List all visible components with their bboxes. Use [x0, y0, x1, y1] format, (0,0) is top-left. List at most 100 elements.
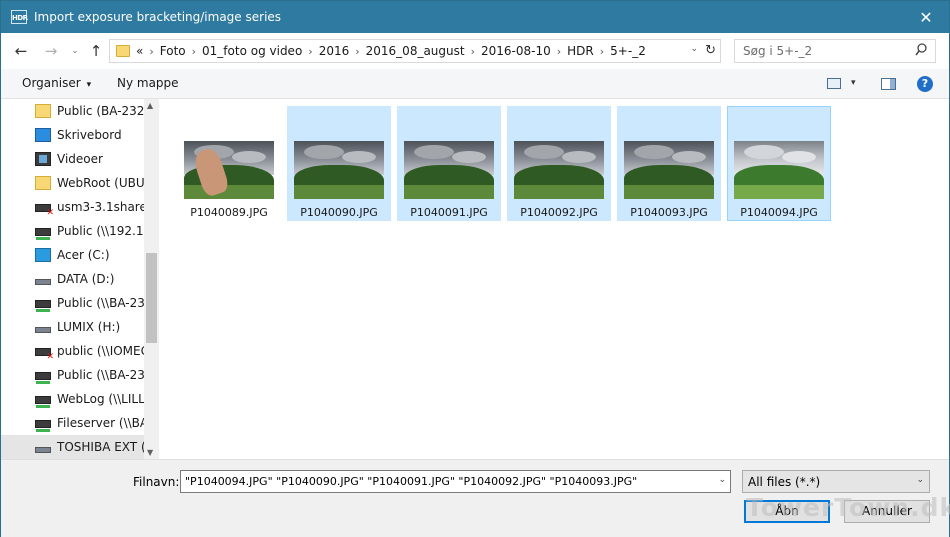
sidebar-item-lumix-h[interactable]: LUMIX (H:)	[1, 315, 144, 339]
breadcrumb-hdr[interactable]: HDR	[567, 44, 594, 58]
image-thumbnail	[294, 141, 384, 199]
filename-value[interactable]: "P1040094.JPG" "P1040090.JPG" "P1040091.…	[185, 475, 637, 488]
sidebar-item-skrivebord[interactable]: Skrivebord	[1, 123, 144, 147]
sidebar-item-label: public (\\IOMEG	[57, 344, 144, 358]
dialog-footer: Filnavn: "P1040094.JPG" "P1040090.JPG" "…	[1, 459, 950, 537]
filename-input[interactable]: "P1040094.JPG" "P1040090.JPG" "P1040091.…	[180, 470, 731, 493]
folder-icon	[116, 45, 130, 57]
sidebar-item-label: usm3-3.1share1	[57, 200, 144, 214]
organise-label: Organiser	[22, 76, 81, 90]
refresh-icon[interactable]: ↻	[705, 43, 716, 58]
search-icon[interactable]	[915, 43, 927, 57]
open-button[interactable]: Åbn	[744, 500, 830, 523]
folder-icon	[35, 104, 51, 118]
breadcrumb-2016-08-august[interactable]: 2016_08_august	[366, 44, 465, 58]
sidebar-item-public-iomega[interactable]: public (\\IOMEG	[1, 339, 144, 363]
file-tile[interactable]: P1040090.JPG	[287, 106, 391, 221]
sidebar-item-label: Public (\\BA-23A	[57, 296, 144, 310]
sidebar-item-public-ba-232[interactable]: Public (\\BA-232	[1, 363, 144, 387]
image-thumbnail	[624, 141, 714, 199]
file-dialog-window: HDR Import exposure bracketing/image ser…	[0, 0, 950, 537]
sidebar-item-toshiba-ext[interactable]: TOSHIBA EXT (O	[1, 435, 144, 459]
sidebar-item-label: Videoer	[57, 152, 103, 166]
sidebar-item-public-ba-23212[interactable]: Public (BA-23212	[1, 99, 144, 123]
title-bar: HDR Import exposure bracketing/image ser…	[1, 1, 949, 33]
breadcrumb-separator[interactable]: ›	[308, 45, 312, 58]
command-toolbar: Organiser ▾ Ny mappe ▾ ?	[1, 69, 949, 99]
change-view-icon[interactable]	[827, 78, 841, 89]
sidebar-item-label: DATA (D:)	[57, 272, 115, 286]
breadcrumb-foto-og-video[interactable]: 01_foto og video	[202, 44, 302, 58]
sidebar-item-label: Fileserver (\\BA-	[57, 416, 144, 430]
windows-drive-icon	[35, 248, 51, 262]
network-drive-disconnected-icon	[35, 348, 54, 362]
video-icon	[35, 152, 51, 166]
file-type-select[interactable]: All files (*.*) ⌄	[742, 470, 930, 493]
drive-icon	[35, 279, 51, 285]
file-tile[interactable]: P1040093.JPG	[617, 106, 721, 221]
sidebar-item-label: Public (BA-23212	[57, 104, 144, 118]
breadcrumb-2016[interactable]: 2016	[319, 44, 350, 58]
sidebar-scroll-thumb[interactable]	[146, 253, 157, 343]
address-history-chevron-icon[interactable]: ⌄	[690, 44, 698, 54]
forward-arrow-icon[interactable]: →	[41, 42, 61, 60]
file-tile[interactable]: P1040092.JPG	[507, 106, 611, 221]
desktop-icon	[35, 128, 51, 142]
close-button[interactable]: ✕	[903, 1, 949, 33]
file-name: P1040090.JPG	[300, 206, 378, 219]
sidebar-item-public-ba-23a[interactable]: Public (\\BA-23A	[1, 291, 144, 315]
scroll-down-arrow-icon[interactable]: ▼	[147, 448, 153, 457]
sidebar-item-label: LUMIX (H:)	[57, 320, 121, 334]
file-tile[interactable]: P1040094.JPG	[727, 106, 831, 221]
breadcrumb-separator[interactable]: ›	[149, 45, 153, 58]
sidebar-item-acer-c[interactable]: Acer (C:)	[1, 243, 144, 267]
new-folder-button[interactable]: Ny mappe	[117, 76, 179, 90]
up-arrow-icon[interactable]: ↑	[86, 42, 106, 60]
breadcrumb-2016-08-10[interactable]: 2016-08-10	[481, 44, 551, 58]
file-list-view: P1040089.JPG P1040090.JPG P1040091.JPG P…	[161, 99, 949, 459]
file-tile[interactable]: P1040091.JPG	[397, 106, 501, 221]
search-input[interactable]: Søg i 5+-_2	[734, 39, 936, 63]
image-thumbnail	[404, 141, 494, 199]
breadcrumb-separator[interactable]: ›	[557, 45, 561, 58]
file-type-value: All files (*.*)	[748, 475, 821, 489]
network-drive-icon	[35, 420, 51, 432]
preview-pane-icon[interactable]	[881, 78, 896, 90]
filename-history-chevron-icon[interactable]: ⌄	[718, 475, 726, 485]
breadcrumb-5-2[interactable]: 5+-_2	[610, 44, 646, 58]
breadcrumb-overflow[interactable]: «	[136, 44, 143, 58]
sidebar-item-videoer[interactable]: Videoer	[1, 147, 144, 171]
sidebar-item-webroot[interactable]: WebRoot (UBUN	[1, 171, 144, 195]
network-drive-icon	[35, 300, 51, 312]
breadcrumb-separator[interactable]: ›	[471, 45, 475, 58]
network-drive-icon	[35, 396, 51, 408]
view-options-caret-icon[interactable]: ▾	[851, 78, 856, 88]
image-thumbnail	[734, 141, 824, 199]
recent-locations-chevron-icon[interactable]: ⌄	[65, 42, 85, 60]
sidebar-item-usm3-share[interactable]: usm3-3.1share1	[1, 195, 144, 219]
hdr-app-icon: HDR	[11, 10, 28, 24]
address-bar[interactable]: « › Foto › 01_foto og video › 2016 › 201…	[109, 39, 721, 63]
file-type-chevron-icon: ⌄	[916, 475, 924, 485]
breadcrumb-separator[interactable]: ›	[355, 45, 359, 58]
sidebar-item-public-192-168[interactable]: Public (\\192.168	[1, 219, 144, 243]
breadcrumb-separator[interactable]: ›	[192, 45, 196, 58]
sidebar-scrollbar[interactable]: ▲ ▼	[144, 99, 159, 459]
sidebar-item-label: TOSHIBA EXT (O	[57, 440, 144, 454]
sidebar-item-fileserver[interactable]: Fileserver (\\BA-	[1, 411, 144, 435]
help-icon[interactable]: ?	[917, 76, 933, 92]
sidebar-item-data-d[interactable]: DATA (D:)	[1, 267, 144, 291]
sidebar-item-weblog[interactable]: WebLog (\\LILLE	[1, 387, 144, 411]
breadcrumb-foto[interactable]: Foto	[160, 44, 186, 58]
search-placeholder: Søg i 5+-_2	[743, 44, 813, 58]
image-thumbnail	[514, 141, 604, 199]
breadcrumb-separator[interactable]: ›	[600, 45, 604, 58]
file-name: P1040091.JPG	[410, 206, 488, 219]
folder-icon	[35, 176, 51, 190]
back-arrow-icon[interactable]: ←	[11, 42, 31, 60]
scroll-up-arrow-icon[interactable]: ▲	[147, 101, 153, 110]
cancel-button[interactable]: Annuller	[844, 500, 930, 523]
file-tile[interactable]: P1040089.JPG	[177, 106, 281, 221]
organise-menu-button[interactable]: Organiser ▾	[22, 76, 91, 90]
network-drive-icon	[35, 228, 51, 240]
